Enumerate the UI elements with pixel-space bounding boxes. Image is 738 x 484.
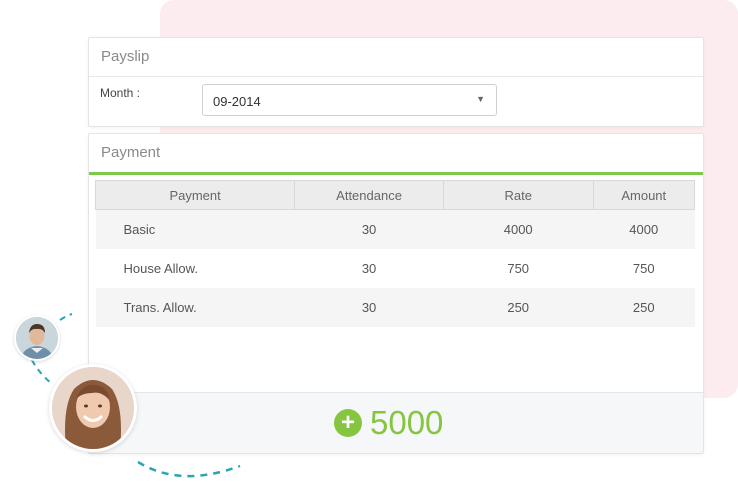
cell-amount: 750 [593, 249, 695, 288]
month-value: 09-2014 [213, 94, 261, 109]
total-value: 5000 [370, 404, 444, 441]
payment-table: Payment Attendance Rate Amount Basic 30 … [94, 180, 695, 327]
plus-circle-icon: + [334, 409, 362, 437]
woman-avatar-icon [52, 367, 134, 449]
total-display: + 5000 [334, 403, 443, 443]
month-label: Month : [100, 86, 141, 100]
cell-payment-name: Basic [95, 209, 295, 249]
column-header-payment: Payment [94, 180, 296, 210]
payment-card: Payment Payment Attendance Rate Amount B… [88, 133, 704, 454]
avatar [49, 364, 137, 452]
month-row: Month : 09-2014 ▼ [89, 77, 703, 126]
cell-payment-name: House Allow. [95, 249, 295, 288]
cell-payment-name: Trans. Allow. [95, 288, 295, 327]
cell-rate: 750 [443, 249, 593, 288]
cell-attendance: 30 [294, 209, 444, 249]
cell-amount: 4000 [593, 209, 695, 249]
chevron-down-icon: ▼ [476, 94, 485, 104]
payslip-card: Payslip Month : 09-2014 ▼ [88, 37, 704, 127]
payment-title: Payment [89, 134, 703, 175]
avatar [14, 315, 60, 361]
cell-attendance: 30 [294, 288, 444, 327]
table-header-row: Payment Attendance Rate Amount [94, 180, 695, 210]
column-header-amount: Amount [592, 180, 695, 210]
man-avatar-icon [16, 317, 58, 359]
cell-attendance: 30 [294, 249, 444, 288]
column-header-rate: Rate [442, 180, 594, 210]
table-row: House Allow. 30 750 750 [95, 249, 695, 288]
payslip-title: Payslip [89, 38, 703, 77]
column-header-attendance: Attendance [294, 180, 444, 210]
table-row: Trans. Allow. 30 250 250 [95, 288, 695, 327]
total-bar: + 5000 [89, 392, 703, 453]
cell-rate: 250 [443, 288, 593, 327]
table-row: Basic 30 4000 4000 [95, 209, 695, 249]
cell-amount: 250 [593, 288, 695, 327]
cell-rate: 4000 [443, 209, 593, 249]
month-select[interactable]: 09-2014 ▼ [202, 84, 497, 116]
